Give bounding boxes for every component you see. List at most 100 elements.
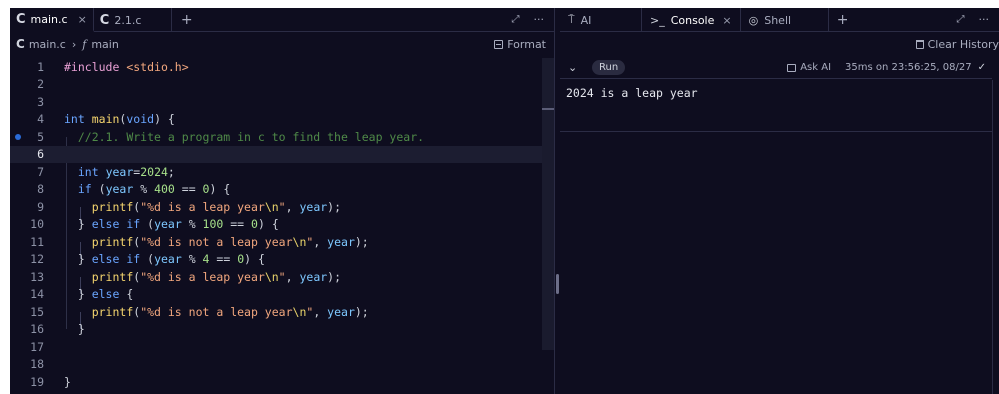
- ask-ai-button[interactable]: Ask AI: [787, 62, 831, 73]
- console-output: 2024 is a leap year: [566, 86, 698, 100]
- line-number: 12: [30, 252, 44, 267]
- timing-text: 35ms on 23:56:25, 08/27: [845, 62, 972, 73]
- more-icon[interactable]: ···: [534, 13, 545, 26]
- format-button[interactable]: Format: [494, 38, 546, 51]
- clear-history-button[interactable]: Clear History: [915, 37, 999, 51]
- expand-icon[interactable]: ⤢: [512, 14, 520, 25]
- code-line: 17: [10, 338, 542, 356]
- code-line: 7 int year=2024;: [10, 163, 542, 181]
- code-line: 18: [10, 356, 542, 374]
- terminal-icon: >_: [650, 13, 665, 27]
- line-number: 2: [37, 77, 44, 92]
- code-text: printf("%d is not a leap year\n", year);: [91, 304, 369, 319]
- line-number: 13: [30, 269, 44, 284]
- code-text: //2.1. Write a program in c to find the …: [77, 129, 425, 144]
- code-text: int year=2024;: [77, 164, 175, 179]
- expand-icon[interactable]: ⤢: [957, 14, 965, 25]
- editor-pane: C main.c × C 2.1.c + ⤢ ··· C main.c › f …: [10, 8, 554, 394]
- code-text: #include <stdio.h>: [64, 59, 189, 74]
- code-line: 16 }: [10, 321, 542, 339]
- console-toolbar: Clear History: [560, 33, 999, 55]
- c-file-icon: C: [99, 12, 110, 28]
- editor-tabbar: C main.c × C 2.1.c + ⤢ ···: [10, 8, 554, 32]
- line-number: 14: [30, 287, 44, 302]
- line-number: 15: [30, 304, 44, 319]
- more-icon[interactable]: ···: [979, 13, 990, 26]
- tab-label: 2.1.c: [114, 13, 142, 27]
- code-line: 1 #include <stdio.h>: [10, 58, 542, 76]
- code-line: 10 } else if (year % 100 == 0) {: [10, 216, 542, 234]
- format-icon: [494, 39, 504, 49]
- chevron-down-icon[interactable]: ⌄: [568, 61, 582, 74]
- line-number: 1: [37, 59, 44, 74]
- line-number: 9: [37, 199, 44, 214]
- ai-icon: ⍑: [568, 13, 575, 26]
- check-icon: ✓: [977, 62, 986, 73]
- tab-console[interactable]: >_ Console ×: [642, 8, 741, 32]
- line-number: 16: [30, 322, 44, 337]
- code-text: if (year % 400 == 0) {: [77, 182, 231, 197]
- breadcrumb-file[interactable]: main.c: [29, 38, 66, 51]
- run-timing: 35ms on 23:56:25, 08/27 ✓: [845, 62, 986, 73]
- line-number: 8: [37, 182, 44, 197]
- scrollbar-thumb[interactable]: [542, 108, 554, 110]
- output-divider: [560, 131, 992, 132]
- code-line: 14 } else {: [10, 286, 542, 304]
- breadcrumb-function[interactable]: main: [91, 38, 118, 51]
- code-text: printf("%d is a leap year\n", year);: [91, 269, 342, 284]
- code-text: }: [64, 374, 71, 389]
- code-text: } else if (year % 4 == 0) {: [64, 252, 265, 267]
- editor-tools: ⤢ ···: [512, 8, 555, 31]
- code-line: 4 int main(void) {: [10, 111, 542, 129]
- clear-history-label: Clear History: [927, 37, 999, 51]
- code-text: int main(void) {: [64, 112, 175, 127]
- new-tab-button[interactable]: +: [829, 8, 857, 32]
- run-badge[interactable]: Run: [592, 60, 626, 75]
- line-number: 10: [30, 217, 44, 232]
- code-line: 9 printf("%d is a leap year\n", year);: [10, 198, 542, 216]
- code-line: 19 }: [10, 373, 542, 391]
- tab-ai[interactable]: ⍑ AI: [560, 8, 642, 32]
- close-icon[interactable]: ×: [78, 13, 87, 26]
- close-icon[interactable]: ×: [722, 14, 731, 27]
- ide-window: C main.c × C 2.1.c + ⤢ ··· C main.c › f …: [10, 8, 999, 394]
- code-editor[interactable]: 1 #include <stdio.h> 2 3 4 int main(void…: [10, 58, 542, 394]
- line-number: 18: [30, 357, 44, 372]
- line-number: 11: [30, 234, 44, 249]
- editor-scrollbar[interactable]: [542, 58, 554, 350]
- line-number: 3: [37, 94, 44, 109]
- line-number: 7: [37, 164, 44, 179]
- format-label: Format: [507, 37, 546, 51]
- new-tab-button[interactable]: +: [172, 8, 202, 32]
- chat-icon: [787, 63, 797, 72]
- code-line: 5 //2.1. Write a program in c to find th…: [10, 128, 542, 146]
- console-tools: ⤢ ···: [957, 8, 999, 31]
- breakpoint-marker[interactable]: [15, 133, 21, 140]
- code-line: 13 printf("%d is a leap year\n", year);: [10, 268, 542, 286]
- code-line: 11 printf("%d is not a leap year\n", yea…: [10, 233, 542, 251]
- breadcrumb: C main.c › f main Format: [10, 33, 554, 55]
- resize-handle[interactable]: [556, 274, 559, 294]
- console-scrollbar[interactable]: [992, 80, 999, 394]
- tab-shell[interactable]: ◎ Shell: [741, 8, 829, 32]
- code-line: 12 } else if (year % 4 == 0) {: [10, 251, 542, 269]
- code-text: } else if (year % 100 == 0) {: [64, 217, 279, 232]
- code-text: printf("%d is not a leap year\n", year);: [91, 234, 369, 249]
- c-file-icon: C: [16, 37, 25, 51]
- tab-2-1-c[interactable]: C 2.1.c: [94, 8, 172, 32]
- trash-icon: [915, 39, 924, 49]
- tab-label: AI: [580, 13, 592, 27]
- code-text: }: [64, 322, 85, 337]
- ask-ai-label: Ask AI: [800, 62, 832, 73]
- tab-main-c[interactable]: C main.c ×: [10, 8, 94, 32]
- line-number: 4: [37, 112, 44, 127]
- code-line: 8 if (year % 400 == 0) {: [10, 181, 542, 199]
- code-line-current: 6: [10, 145, 542, 163]
- breadcrumb-separator: ›: [71, 37, 77, 51]
- tab-label: Shell: [764, 13, 792, 27]
- code-line: 15 printf("%d is not a leap year\n", yea…: [10, 303, 542, 321]
- c-file-icon: C: [16, 11, 26, 27]
- console-tabbar: ⍑ AI >_ Console × ◎ Shell + ⤢ ···: [560, 8, 999, 32]
- code-text: } else {: [64, 287, 134, 302]
- code-line: 3: [10, 93, 542, 111]
